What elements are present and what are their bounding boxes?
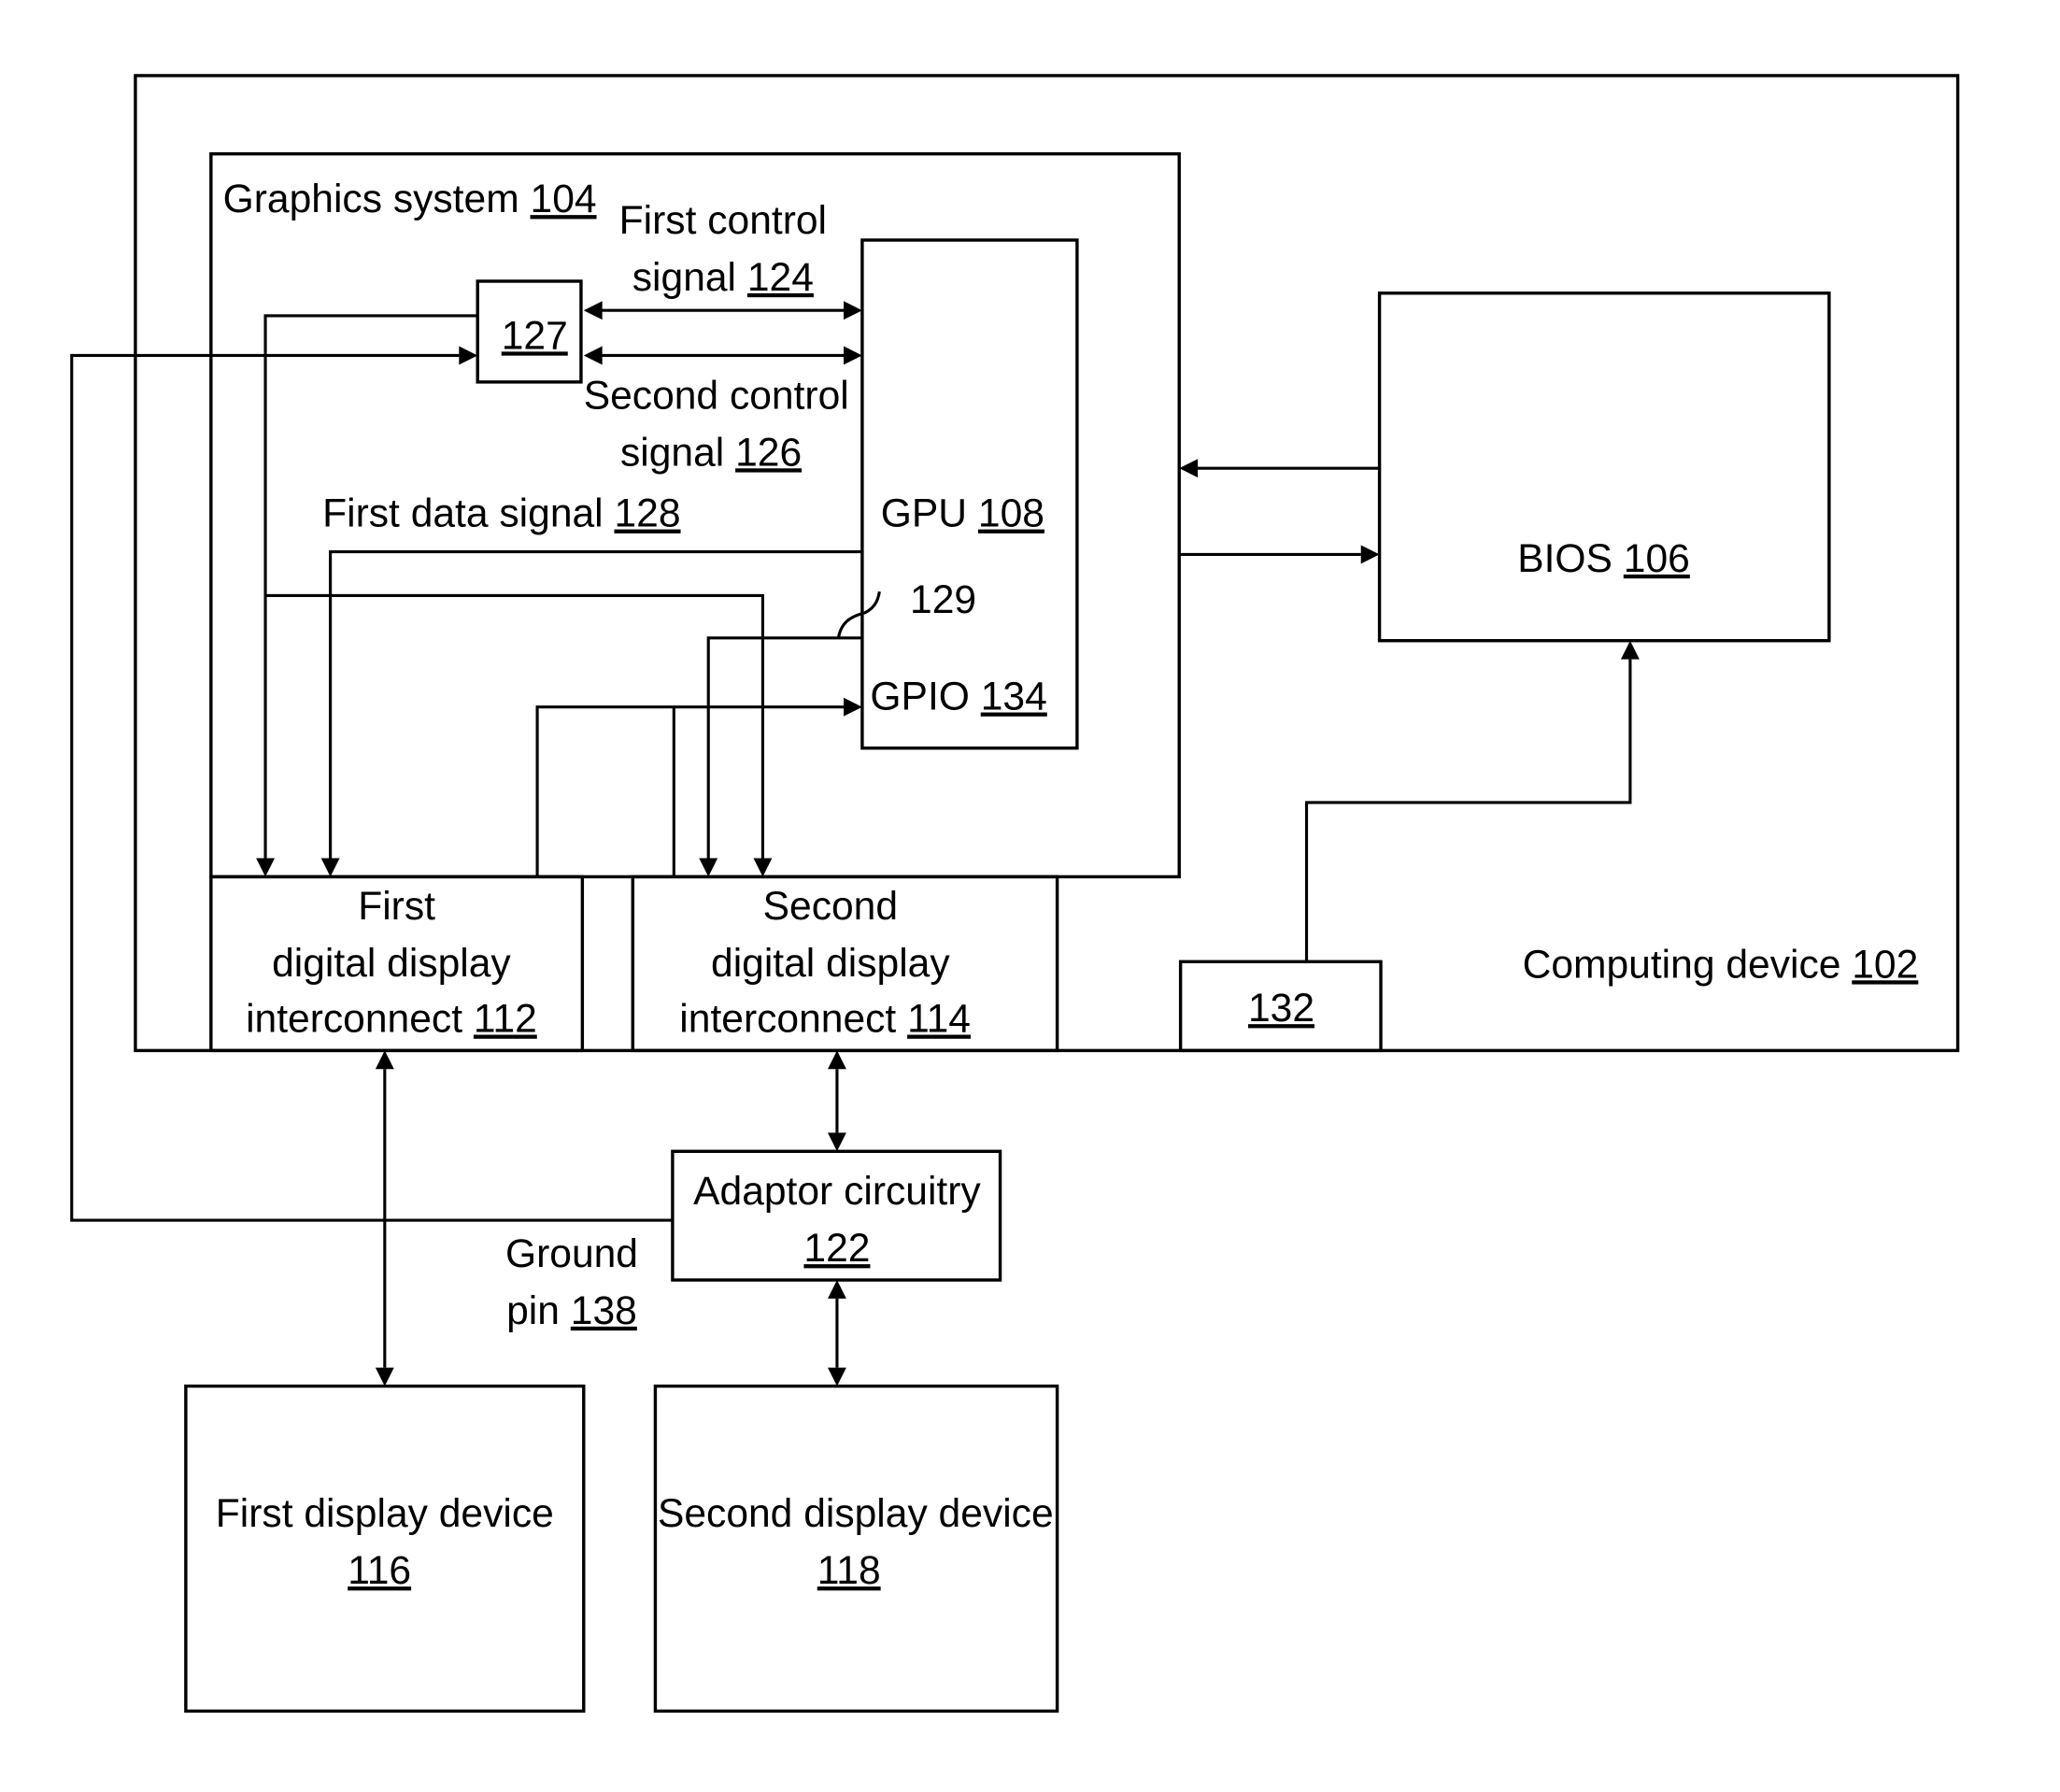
ground-pin-label-2: pin 138 [506, 1288, 637, 1333]
component-127-label: 127 [502, 313, 568, 358]
second-control-signal-label-1: Second control [584, 373, 849, 418]
arrowhead [827, 1280, 846, 1299]
second-interconnect-label-3: interconnect 114 [679, 997, 971, 1042]
arrowhead [1179, 459, 1199, 478]
arrowhead [256, 858, 275, 877]
ref-129-label: 129 [910, 577, 976, 622]
arrowhead [459, 346, 478, 365]
callout-129-leader [836, 590, 881, 639]
component-127-to-first-interconnect-line [263, 314, 478, 859]
bios-label: BIOS 106 [1517, 536, 1690, 581]
branch-to-second-interconnect-line [265, 593, 764, 859]
first-data-signal-label: First data signal 128 [322, 491, 680, 536]
adaptor-circuitry-label-1: Adaptor circuitry [693, 1169, 981, 1214]
second-interconnect-label-2: digital display [711, 941, 950, 986]
arrowhead [1360, 545, 1380, 564]
graphics-system-label: Graphics system 104 [223, 177, 597, 221]
second-display-label-1: Second display device [658, 1491, 1054, 1536]
first-interconnect-label-1: First [358, 884, 435, 929]
second-control-signal-label-2: signal 126 [620, 430, 802, 475]
arrowhead [827, 1050, 846, 1070]
arrowhead [827, 1367, 846, 1387]
first-interconnect-label-3: interconnect 112 [246, 997, 537, 1042]
first-control-signal-label-2: signal 124 [632, 255, 814, 300]
block-diagram: Graphics system 104 First control signal… [70, 74, 1960, 1714]
first-interconnect-label-2: digital display [272, 941, 511, 986]
arrowhead [583, 301, 603, 320]
component-132-label: 132 [1248, 986, 1314, 1031]
arrowhead [844, 346, 862, 365]
computing-device-label: Computing device 102 [1523, 942, 1919, 987]
first-control-signal-label-1: First control [619, 198, 827, 243]
arrowhead [753, 858, 773, 877]
arrowhead [844, 301, 862, 320]
arrowhead [699, 858, 718, 877]
gpu-label: GPU 108 [881, 491, 1044, 536]
arrowhead [375, 1050, 394, 1070]
arrowhead [827, 1132, 846, 1152]
arrowhead [320, 858, 340, 877]
gpio-label: GPIO 134 [870, 675, 1046, 719]
first-display-label-2: 116 [348, 1548, 411, 1593]
arrowhead [375, 1367, 394, 1387]
ground-pin-label-1: Ground [505, 1231, 638, 1276]
second-display-label-2: 118 [817, 1548, 881, 1593]
ground-pin-line [70, 353, 673, 1222]
arrowhead [844, 697, 862, 717]
bios-box [1377, 292, 1831, 643]
second-interconnect-label-1: Second [763, 884, 898, 929]
first-display-label-1: First display device [216, 1491, 554, 1536]
first-data-signal-line [329, 550, 862, 859]
adaptor-circuitry-label-2: 122 [803, 1226, 870, 1271]
arrowhead [1620, 640, 1640, 660]
signal-129-line [706, 636, 862, 859]
component-132-to-bios-line [1304, 659, 1632, 962]
first-interconnect-to-gpio-line [535, 705, 845, 877]
arrowhead [583, 346, 603, 365]
